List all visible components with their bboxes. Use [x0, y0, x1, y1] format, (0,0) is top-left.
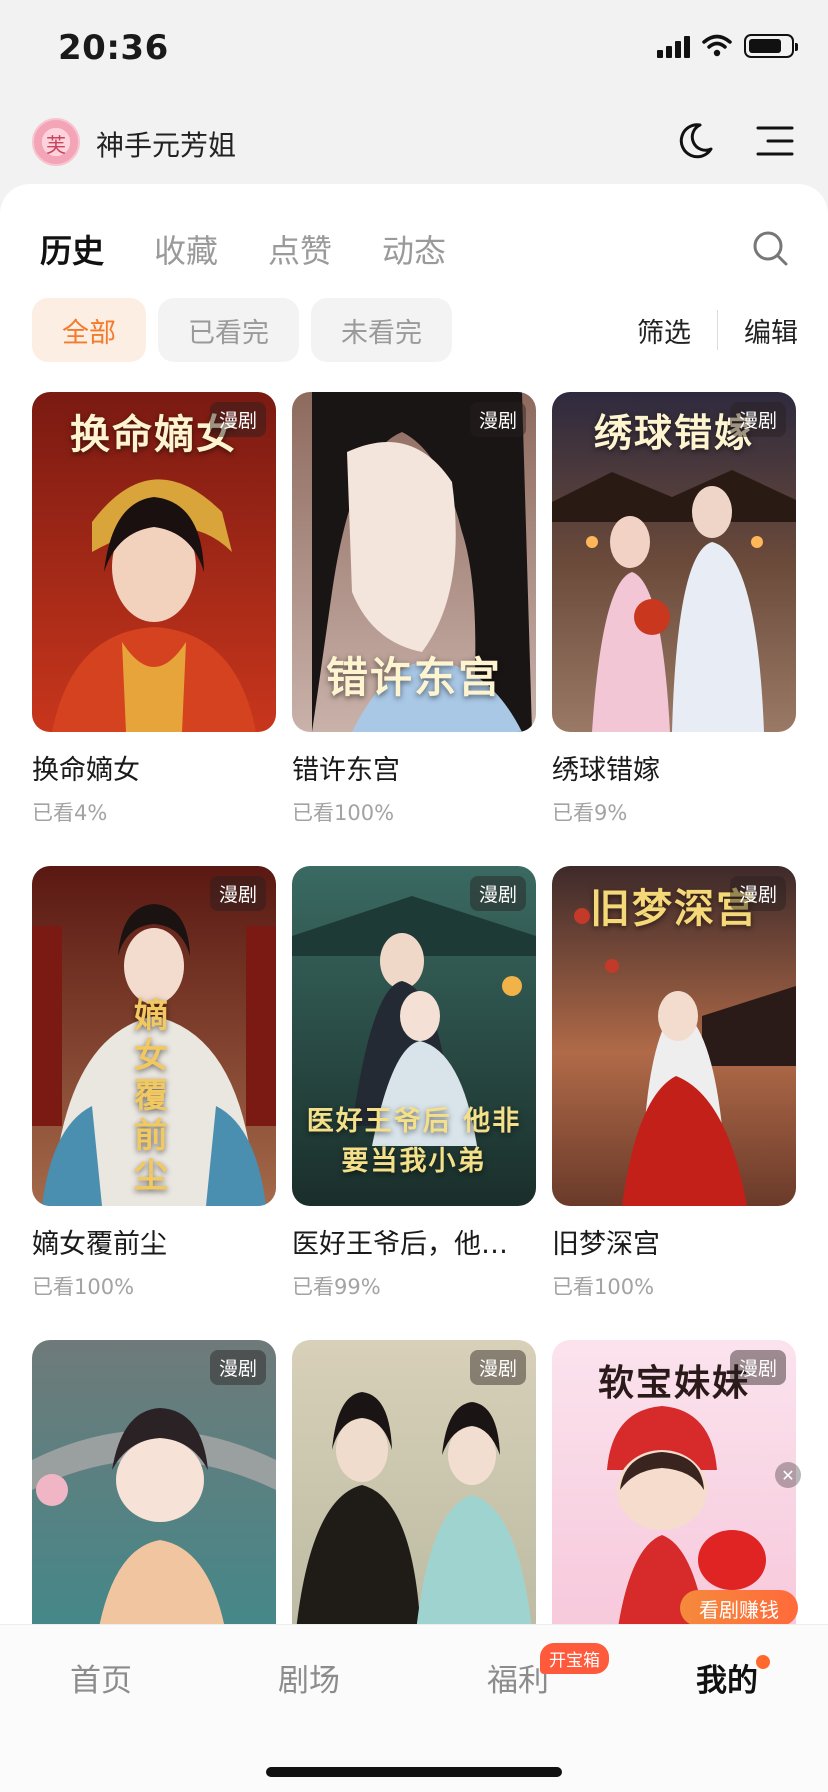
tab-activity[interactable]: 动态: [382, 226, 446, 272]
comic-badge: 漫剧: [469, 876, 526, 911]
comic-badge: 漫剧: [729, 876, 786, 911]
watch-progress: 已看99%: [292, 1275, 381, 1299]
drama-title: 换命嫡女: [32, 755, 140, 786]
tab-history[interactable]: 历史: [40, 226, 104, 272]
drama-card[interactable]: 绣球错嫁 漫剧 绣球错嫁 已看9%: [552, 392, 796, 866]
watch-progress: 已看9%: [552, 801, 628, 825]
drama-poster[interactable]: 错许东宫 漫剧: [292, 392, 536, 732]
moon-icon: [679, 123, 713, 159]
battery-icon: [744, 34, 798, 58]
drama-poster[interactable]: 医好王爷后 他非要当我小弟 漫剧: [292, 866, 536, 1206]
nav-mine[interactable]: 我的: [696, 1655, 758, 1700]
comic-badge: 漫剧: [209, 402, 266, 437]
drama-poster[interactable]: 嫡女覆前尘 漫剧: [32, 866, 276, 1206]
menu-icon: [756, 126, 794, 156]
search-icon: [753, 231, 788, 266]
chip-finished[interactable]: 已看完: [158, 298, 299, 362]
comic-badge: 漫剧: [469, 1350, 526, 1385]
drama-poster[interactable]: 漫剧: [292, 1340, 536, 1624]
filter-actions: 筛选 编辑: [637, 298, 798, 362]
watch-progress: 已看100%: [32, 1275, 135, 1299]
watch-progress: 已看100%: [292, 801, 395, 825]
watch-progress: 已看100%: [552, 1275, 655, 1299]
drama-poster[interactable]: 绣球错嫁 漫剧: [552, 392, 796, 732]
status-time: 20:36: [58, 28, 169, 68]
drama-card[interactable]: 旧梦深宫 漫剧 旧梦深宫 已看100%: [552, 866, 796, 1340]
home-indicator[interactable]: [266, 1767, 562, 1777]
drama-card[interactable]: 医好王爷后 他非要当我小弟 漫剧 医好王爷后，他… 已看99%: [292, 866, 536, 1340]
drama-poster[interactable]: 漫剧: [32, 1340, 276, 1624]
bottom-nav: 首页 剧场 福利 开宝箱 我的: [0, 1624, 828, 1792]
poster-title: 错许东宫: [325, 653, 502, 702]
history-grid: 换命嫡女 漫剧 换命嫡女 已看4% 错许东宫 漫剧 错许东宫 已看100% 绣球…: [32, 392, 796, 1624]
notification-dot: [756, 1655, 770, 1669]
status-icons: [657, 34, 798, 58]
wifi-icon: [702, 34, 732, 57]
nav-home[interactable]: 首页: [70, 1655, 132, 1700]
watch-progress: 已看4%: [32, 801, 108, 825]
drama-card[interactable]: 错许东宫 漫剧 错许东宫 已看100%: [292, 392, 536, 866]
drama-title: 旧梦深宫: [552, 1229, 660, 1260]
tab-favorites[interactable]: 收藏: [154, 226, 218, 272]
divider: [717, 310, 718, 350]
promo-close-button[interactable]: ✕: [775, 1462, 801, 1488]
drama-card[interactable]: 漫剧: [32, 1340, 276, 1624]
chip-all[interactable]: 全部: [32, 298, 146, 362]
comic-badge: 漫剧: [729, 1350, 786, 1385]
tab-bar: 历史 收藏 点赞 动态: [40, 226, 446, 272]
drama-card[interactable]: 漫剧: [292, 1340, 536, 1624]
status-bar: 20:36: [0, 0, 828, 100]
username: 神手元芳姐: [96, 129, 237, 162]
drama-title: 医好王爷后，他…: [292, 1229, 508, 1260]
filter-button[interactable]: 筛选: [637, 311, 691, 350]
drama-poster[interactable]: 换命嫡女 漫剧: [32, 392, 276, 732]
comic-badge: 漫剧: [729, 402, 786, 437]
cellular-signal-icon: [657, 34, 690, 58]
drama-card[interactable]: 嫡女覆前尘 漫剧 嫡女覆前尘 已看100%: [32, 866, 276, 1340]
comic-badge: 漫剧: [209, 876, 266, 911]
nav-theater[interactable]: 剧场: [278, 1655, 340, 1700]
poster-title: 嫡女覆前尘: [134, 996, 170, 1196]
drama-title: 嫡女覆前尘: [32, 1229, 167, 1260]
search-button[interactable]: [750, 228, 790, 268]
treasure-box-badge: 开宝箱: [540, 1643, 609, 1674]
filter-chips: 全部 已看完 未看完: [32, 298, 452, 362]
drama-poster[interactable]: 旧梦深宫 漫剧: [552, 866, 796, 1206]
drama-card[interactable]: 换命嫡女 漫剧 换命嫡女 已看4%: [32, 392, 276, 866]
content-sheet: 历史 收藏 点赞 动态 全部 已看完 未看完 筛选 编辑 换命嫡女 漫剧 换命嫡…: [0, 184, 828, 1624]
profile-header: 神手元芳姐: [0, 100, 828, 186]
drama-card[interactable]: 软宝妹妹 漫剧: [552, 1340, 796, 1624]
dark-mode-button[interactable]: [670, 116, 720, 166]
menu-button[interactable]: [750, 116, 800, 166]
tab-likes[interactable]: 点赞: [268, 226, 332, 272]
drama-title: 错许东宫: [292, 755, 400, 786]
avatar[interactable]: [32, 118, 80, 166]
edit-button[interactable]: 编辑: [744, 311, 798, 350]
earn-money-promo[interactable]: 看剧赚钱: [680, 1590, 798, 1626]
comic-badge: 漫剧: [469, 402, 526, 437]
drama-poster[interactable]: 软宝妹妹 漫剧: [552, 1340, 796, 1624]
drama-title: 绣球错嫁: [552, 755, 660, 786]
chip-unfinished[interactable]: 未看完: [311, 298, 452, 362]
poster-title: 医好王爷后 他非要当我小弟: [306, 1106, 522, 1177]
comic-badge: 漫剧: [209, 1350, 266, 1385]
